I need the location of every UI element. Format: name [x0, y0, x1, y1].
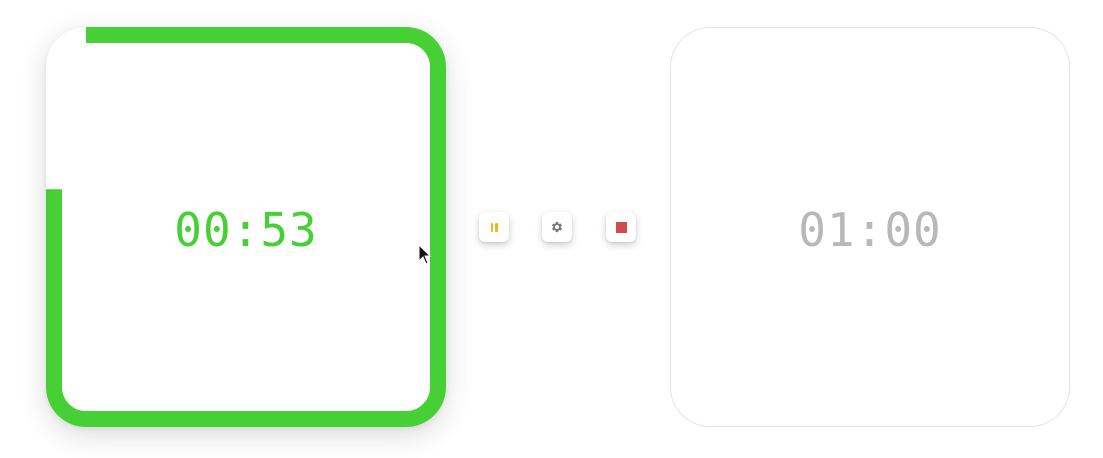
stop-button[interactable]: [606, 212, 636, 242]
pause-button[interactable]: [479, 212, 509, 242]
stop-icon: [615, 221, 627, 233]
settings-button[interactable]: [542, 212, 572, 242]
active-timer-display: 00:53: [174, 202, 318, 257]
active-timer-card[interactable]: 00:53: [46, 27, 446, 427]
timer-stage: 00:53 01:00: [0, 0, 1103, 458]
idle-timer-display: 01:00: [798, 202, 942, 257]
pause-icon: [490, 222, 498, 232]
idle-timer-card[interactable]: 01:00: [670, 27, 1070, 427]
gear-icon: [551, 221, 563, 233]
